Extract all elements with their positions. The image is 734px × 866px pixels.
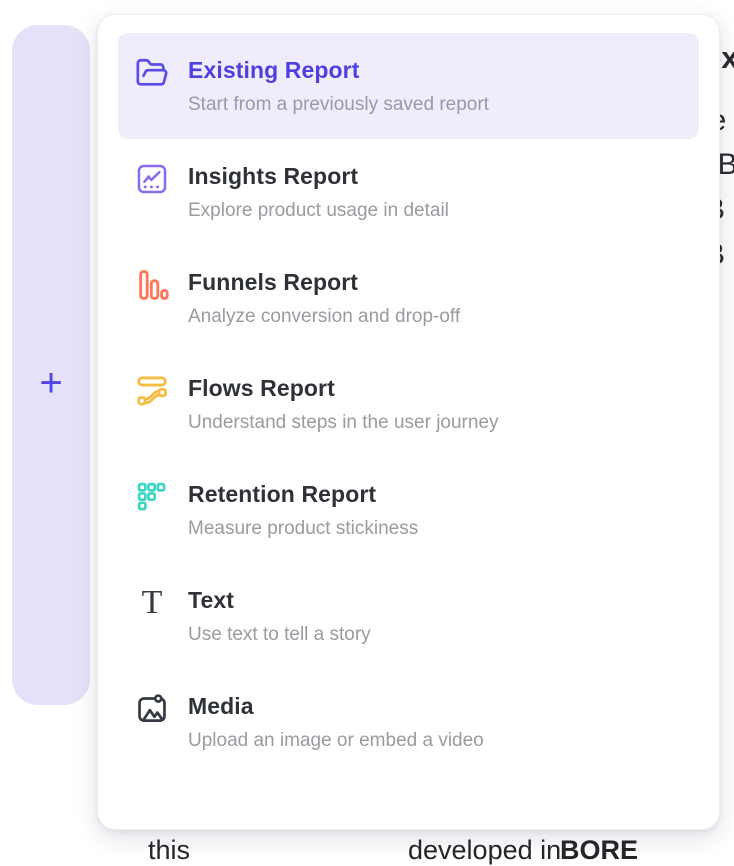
menu-item-existing-report[interactable]: Existing Report Start from a previously … (118, 33, 699, 139)
add-report-menu: Existing Report Start from a previously … (97, 14, 720, 830)
menu-item-insights-report[interactable]: Insights Report Explore product usage in… (118, 139, 699, 245)
board-add-rail: + (12, 25, 90, 705)
menu-item-subtitle: Understand steps in the user journey (188, 410, 499, 435)
menu-item-media[interactable]: Media Upload an image or embed a video (118, 669, 699, 775)
add-content-button[interactable]: + (12, 361, 90, 405)
menu-item-subtitle: Analyze conversion and drop-off (188, 304, 460, 329)
menu-item-flows-report[interactable]: Flows Report Understand steps in the use… (118, 351, 699, 457)
menu-item-funnels-report[interactable]: Funnels Report Analyze conversion and dr… (118, 245, 699, 351)
menu-item-title: Funnels Report (188, 267, 460, 297)
retention-grid-icon (134, 479, 170, 515)
background-text-fragment: developed in (408, 835, 561, 866)
menu-item-title: Insights Report (188, 161, 449, 191)
menu-item-text: Existing Report Start from a previously … (188, 55, 489, 117)
menu-item-text: Text Use text to tell a story (188, 585, 371, 647)
folder-open-icon (134, 55, 170, 91)
menu-item-subtitle: Measure product stickiness (188, 516, 418, 541)
media-image-icon (134, 691, 170, 727)
menu-item-text: Media Upload an image or embed a video (188, 691, 484, 753)
background-text-fragment: this (148, 835, 190, 866)
menu-item-subtitle: Start from a previously saved report (188, 92, 489, 117)
background-text-fragment: BORE (560, 835, 638, 866)
menu-item-title: Text (188, 585, 371, 615)
flows-icon (134, 373, 170, 409)
menu-item-subtitle: Explore product usage in detail (188, 198, 449, 223)
menu-item-text: Flows Report Understand steps in the use… (188, 373, 499, 435)
menu-item-subtitle: Upload an image or embed a video (188, 728, 484, 753)
funnel-bars-icon (134, 267, 170, 303)
insights-chart-icon (134, 161, 170, 197)
menu-item-title: Retention Report (188, 479, 418, 509)
menu-item-text: Funnels Report Analyze conversion and dr… (188, 267, 460, 329)
menu-item-subtitle: Use text to tell a story (188, 622, 371, 647)
menu-item-retention-report[interactable]: Retention Report Measure product stickin… (118, 457, 699, 563)
menu-item-title: Media (188, 691, 484, 721)
text-icon: T (134, 585, 170, 621)
menu-item-text: Retention Report Measure product stickin… (188, 479, 418, 541)
menu-item-text-block[interactable]: T Text Use text to tell a story (118, 563, 699, 669)
menu-item-title: Flows Report (188, 373, 499, 403)
menu-item-text: Insights Report Explore product usage in… (188, 161, 449, 223)
menu-item-title: Existing Report (188, 55, 489, 85)
